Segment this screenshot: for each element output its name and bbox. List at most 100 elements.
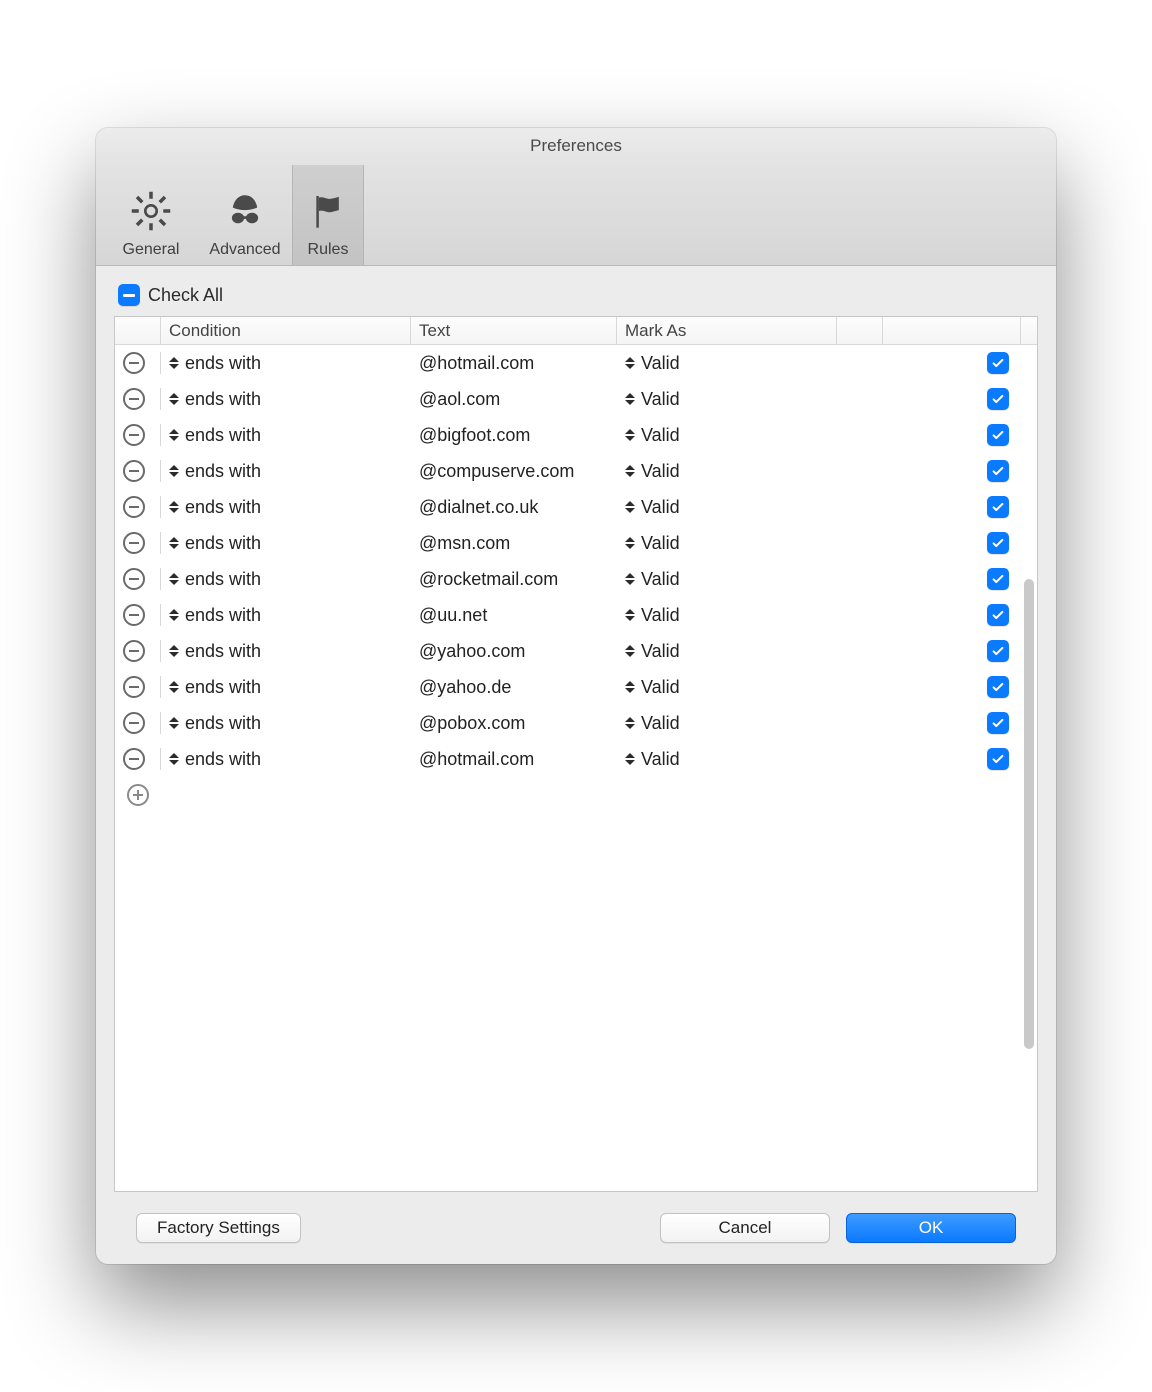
remove-row-button[interactable] — [123, 604, 145, 626]
text-value[interactable]: @dialnet.co.uk — [419, 497, 538, 518]
mark-stepper[interactable] — [625, 753, 635, 765]
mark-stepper[interactable] — [625, 645, 635, 657]
condition-value[interactable]: ends with — [185, 605, 261, 626]
row-enabled-checkbox[interactable] — [987, 460, 1009, 482]
condition-stepper[interactable] — [169, 609, 179, 621]
condition-value[interactable]: ends with — [185, 713, 261, 734]
remove-row-button[interactable] — [123, 388, 145, 410]
condition-value[interactable]: ends with — [185, 389, 261, 410]
condition-stepper[interactable] — [169, 357, 179, 369]
mark-value[interactable]: Valid — [641, 389, 680, 410]
text-value[interactable]: @compuserve.com — [419, 461, 574, 482]
mark-stepper[interactable] — [625, 681, 635, 693]
row-enabled-checkbox[interactable] — [987, 748, 1009, 770]
mark-stepper[interactable] — [625, 573, 635, 585]
header-text[interactable]: Text — [411, 317, 617, 344]
mark-stepper[interactable] — [625, 717, 635, 729]
tab-general[interactable]: General — [104, 165, 198, 265]
condition-stepper[interactable] — [169, 717, 179, 729]
remove-row-button[interactable] — [123, 424, 145, 446]
condition-value[interactable]: ends with — [185, 749, 261, 770]
table-row: ends with @hotmail.com Valid — [115, 741, 1037, 777]
add-row-button[interactable] — [127, 784, 149, 806]
remove-row-button[interactable] — [123, 532, 145, 554]
condition-stepper[interactable] — [169, 537, 179, 549]
cancel-button[interactable]: Cancel — [660, 1213, 830, 1243]
header-condition[interactable]: Condition — [161, 317, 411, 344]
text-value[interactable]: @bigfoot.com — [419, 425, 530, 446]
row-enabled-checkbox[interactable] — [987, 676, 1009, 698]
mark-value[interactable]: Valid — [641, 749, 680, 770]
condition-stepper[interactable] — [169, 429, 179, 441]
condition-value[interactable]: ends with — [185, 569, 261, 590]
tab-advanced[interactable]: Advanced — [198, 165, 292, 265]
factory-settings-button[interactable]: Factory Settings — [136, 1213, 301, 1243]
text-value[interactable]: @hotmail.com — [419, 353, 534, 374]
mark-value[interactable]: Valid — [641, 677, 680, 698]
mark-value[interactable]: Valid — [641, 497, 680, 518]
condition-value[interactable]: ends with — [185, 641, 261, 662]
mark-value[interactable]: Valid — [641, 605, 680, 626]
remove-row-button[interactable] — [123, 352, 145, 374]
text-value[interactable]: @msn.com — [419, 533, 510, 554]
condition-value[interactable]: ends with — [185, 425, 261, 446]
mark-stepper[interactable] — [625, 357, 635, 369]
remove-row-button[interactable] — [123, 748, 145, 770]
condition-value[interactable]: ends with — [185, 497, 261, 518]
mark-value[interactable]: Valid — [641, 641, 680, 662]
condition-value[interactable]: ends with — [185, 533, 261, 554]
row-enabled-checkbox[interactable] — [987, 352, 1009, 374]
mark-stepper[interactable] — [625, 501, 635, 513]
row-enabled-checkbox[interactable] — [987, 496, 1009, 518]
row-enabled-checkbox[interactable] — [987, 568, 1009, 590]
ok-button[interactable]: OK — [846, 1213, 1016, 1243]
remove-row-button[interactable] — [123, 676, 145, 698]
row-enabled-checkbox[interactable] — [987, 532, 1009, 554]
mark-value[interactable]: Valid — [641, 713, 680, 734]
text-value[interactable]: @pobox.com — [419, 713, 525, 734]
mark-stepper[interactable] — [625, 537, 635, 549]
condition-stepper[interactable] — [169, 681, 179, 693]
scrollbar-thumb[interactable] — [1024, 579, 1034, 1049]
remove-row-button[interactable] — [123, 712, 145, 734]
table-row: ends with @yahoo.de Valid — [115, 669, 1037, 705]
mark-value[interactable]: Valid — [641, 353, 680, 374]
condition-stepper[interactable] — [169, 753, 179, 765]
condition-value[interactable]: ends with — [185, 677, 261, 698]
condition-value[interactable]: ends with — [185, 353, 261, 374]
mark-stepper[interactable] — [625, 465, 635, 477]
mark-stepper[interactable] — [625, 393, 635, 405]
row-enabled-checkbox[interactable] — [987, 640, 1009, 662]
row-enabled-checkbox[interactable] — [987, 712, 1009, 734]
condition-stepper[interactable] — [169, 645, 179, 657]
mark-value[interactable]: Valid — [641, 569, 680, 590]
condition-stepper[interactable] — [169, 393, 179, 405]
row-enabled-checkbox[interactable] — [987, 424, 1009, 446]
table-row: ends with @bigfoot.com Valid — [115, 417, 1037, 453]
text-value[interactable]: @rocketmail.com — [419, 569, 558, 590]
condition-stepper[interactable] — [169, 501, 179, 513]
header-mark[interactable]: Mark As — [617, 317, 837, 344]
text-value[interactable]: @uu.net — [419, 605, 487, 626]
mark-stepper[interactable] — [625, 609, 635, 621]
text-value[interactable]: @aol.com — [419, 389, 500, 410]
text-value[interactable]: @hotmail.com — [419, 749, 534, 770]
mark-value[interactable]: Valid — [641, 461, 680, 482]
mark-value[interactable]: Valid — [641, 425, 680, 446]
condition-stepper[interactable] — [169, 573, 179, 585]
check-all-checkbox[interactable] — [118, 284, 140, 306]
mark-value[interactable]: Valid — [641, 533, 680, 554]
factory-settings-label: Factory Settings — [157, 1218, 280, 1238]
text-value[interactable]: @yahoo.com — [419, 641, 525, 662]
remove-row-button[interactable] — [123, 640, 145, 662]
remove-row-button[interactable] — [123, 568, 145, 590]
mark-stepper[interactable] — [625, 429, 635, 441]
remove-row-button[interactable] — [123, 460, 145, 482]
condition-stepper[interactable] — [169, 465, 179, 477]
row-enabled-checkbox[interactable] — [987, 388, 1009, 410]
remove-row-button[interactable] — [123, 496, 145, 518]
text-value[interactable]: @yahoo.de — [419, 677, 511, 698]
tab-rules[interactable]: Rules — [292, 165, 364, 265]
condition-value[interactable]: ends with — [185, 461, 261, 482]
row-enabled-checkbox[interactable] — [987, 604, 1009, 626]
